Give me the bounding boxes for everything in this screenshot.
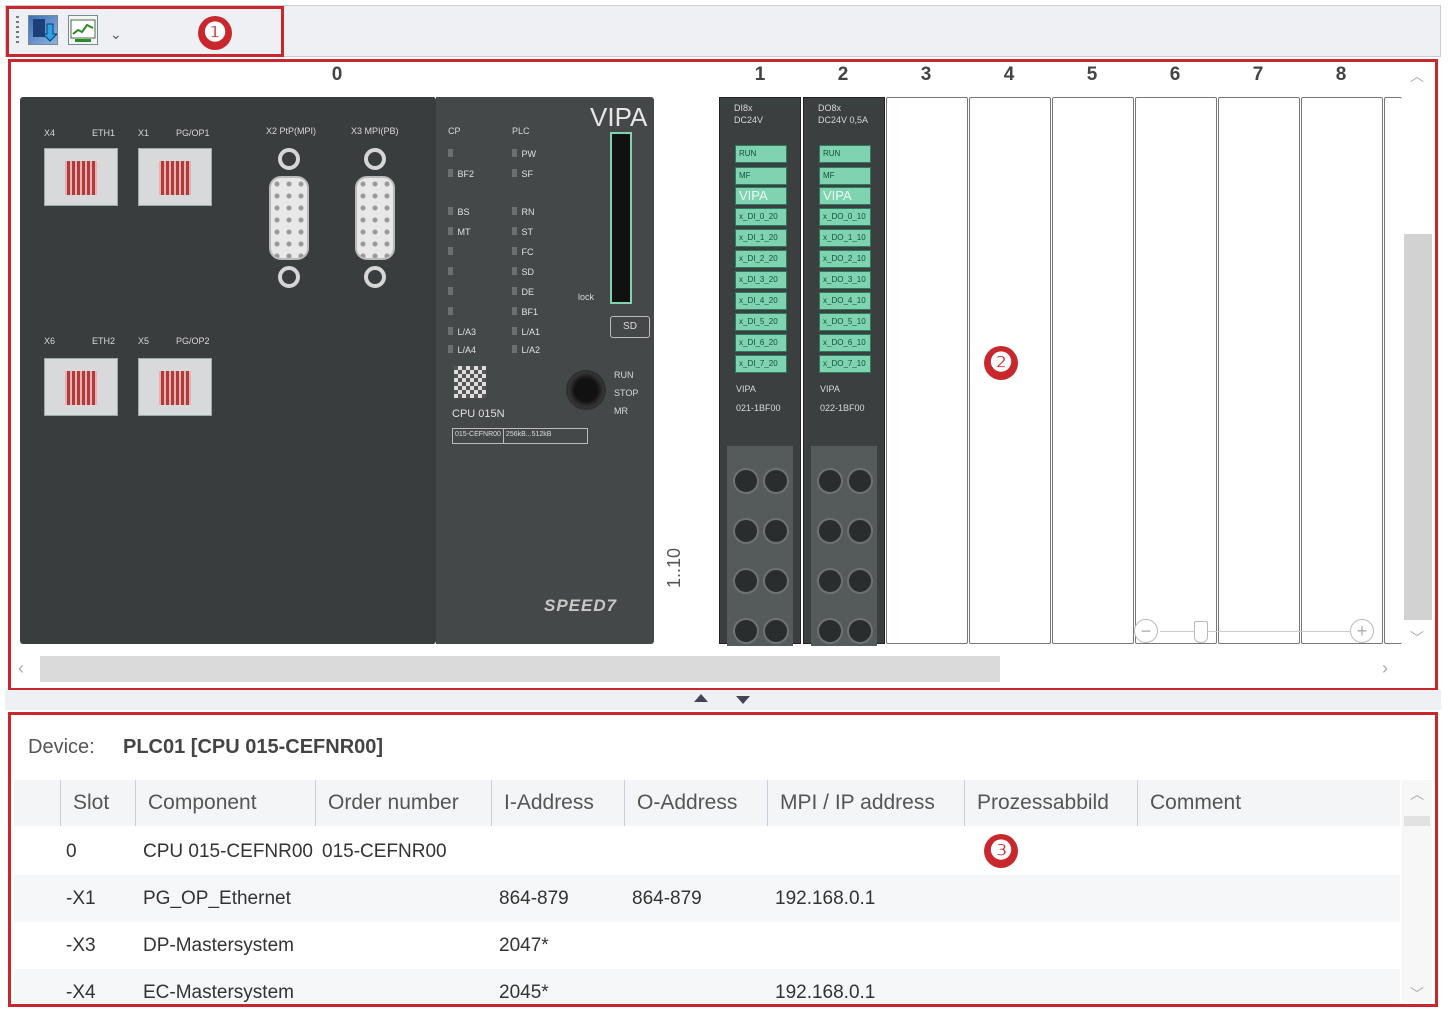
- callout-frame-2: [8, 59, 1438, 691]
- callout-frame-3: [8, 712, 1438, 1007]
- panel-splitter[interactable]: [5, 690, 1441, 710]
- splitter-up-icon[interactable]: [694, 694, 708, 702]
- callout-frame-1: [6, 6, 284, 57]
- splitter-down-icon[interactable]: [736, 696, 750, 704]
